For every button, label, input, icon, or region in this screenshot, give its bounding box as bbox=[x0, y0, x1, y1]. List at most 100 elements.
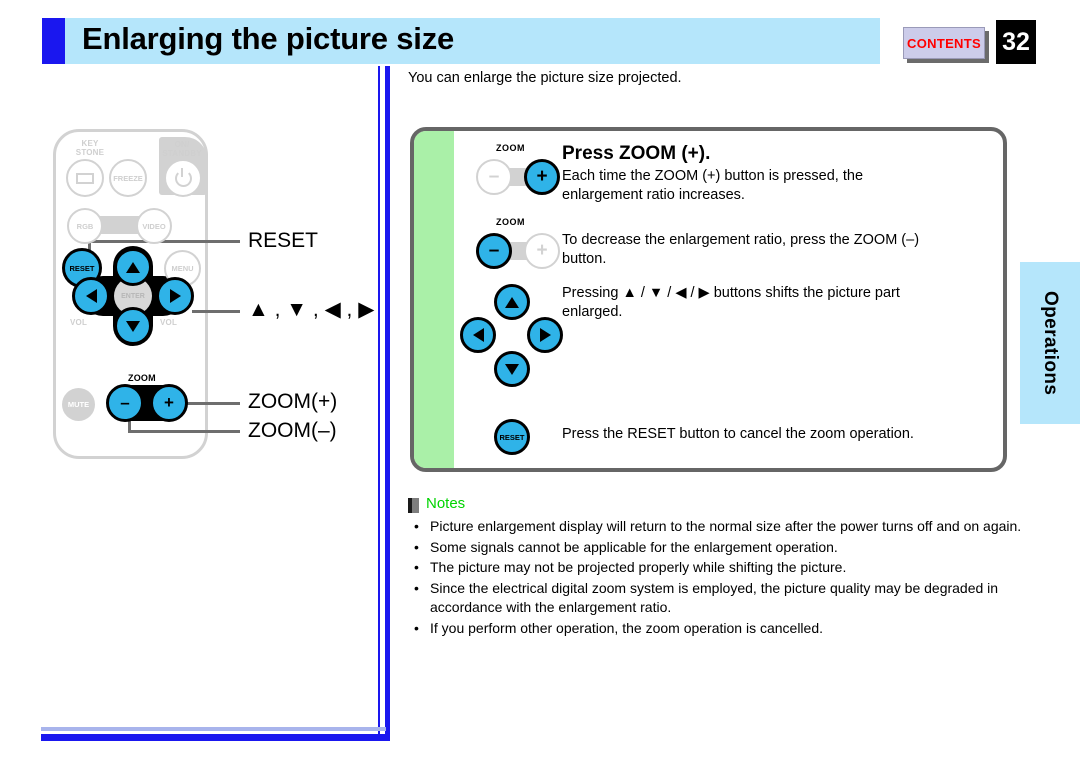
power-icon bbox=[174, 167, 192, 187]
remote-zoom-label: ZOOM bbox=[128, 373, 156, 383]
remote-up-button[interactable] bbox=[114, 248, 152, 286]
illustration-zoom-minus-inactive-1: – bbox=[476, 159, 512, 195]
note-text: If you perform other operation, the zoom… bbox=[430, 619, 823, 636]
note-item: • Some signals cannot be applicable for … bbox=[408, 538, 1028, 558]
illustration-zoom-plus-inactive: + bbox=[524, 233, 560, 269]
note-item: • The picture may not be projected prope… bbox=[408, 558, 1028, 578]
remote-zoom-minus-label: – bbox=[120, 393, 130, 412]
note-item: • Since the electrical digital zoom syst… bbox=[408, 579, 1028, 618]
plus-symbol: + bbox=[536, 240, 548, 261]
zoom-plus-illustration: ZOOM – + bbox=[476, 143, 566, 197]
illustration-up-button bbox=[494, 284, 530, 320]
remote-keystone-button[interactable] bbox=[66, 159, 104, 197]
remote-down-button[interactable] bbox=[114, 307, 152, 345]
note-text: Picture enlargement display will return … bbox=[430, 518, 1022, 534]
arrow-up-icon bbox=[505, 296, 519, 308]
remote-zoom-minus-button[interactable]: – bbox=[106, 384, 144, 422]
arrow-left-icon bbox=[85, 289, 97, 303]
note-bullet: • bbox=[414, 538, 419, 555]
remote-mute-button[interactable]: MUTE bbox=[62, 388, 95, 421]
note-bullet: • bbox=[414, 518, 419, 534]
instruction-step2-body: To decrease the enlargement ratio, press… bbox=[562, 232, 920, 267]
remote-right-button[interactable] bbox=[156, 277, 194, 315]
instruction-step1-body: Each time the ZOOM (+) button is pressed… bbox=[562, 168, 864, 203]
remote-freeze-button[interactable]: FREEZE bbox=[109, 159, 147, 197]
notes-list: • Picture enlargement display will retur… bbox=[408, 517, 1028, 639]
callout-arrows: ▲ , ▼ , ◀ , ▶ bbox=[248, 298, 375, 321]
leader-arrows bbox=[192, 310, 240, 313]
section-tab-label: Operations bbox=[1040, 290, 1061, 396]
plus-symbol: + bbox=[536, 166, 548, 187]
arrow-down-icon bbox=[126, 320, 140, 332]
remote-rgb-button[interactable]: RGB bbox=[67, 208, 103, 244]
note-bullet: • bbox=[414, 559, 419, 575]
arrow-down-icon bbox=[505, 363, 519, 375]
instruction-panel-green-strip bbox=[414, 131, 454, 468]
remote-control-illustration: KEY STONE ON/ STANDBY ON/ STANDBY FREEZE… bbox=[53, 129, 208, 459]
remote-mute-label: MUTE bbox=[67, 400, 90, 409]
zoom-minus-illustration: ZOOM – + bbox=[476, 217, 566, 271]
minus-symbol: – bbox=[488, 240, 500, 261]
remote-video-button[interactable]: VIDEO bbox=[136, 208, 172, 244]
note-item: • If you perform other operation, the zo… bbox=[408, 619, 1028, 639]
section-tab-operations[interactable]: Operations bbox=[1020, 262, 1080, 424]
remote-left-button[interactable] bbox=[72, 277, 110, 315]
page-number-badge: 32 bbox=[996, 20, 1036, 64]
remote-menu-label: MENU bbox=[171, 264, 194, 273]
illustration-zoom-label-1: ZOOM bbox=[496, 143, 525, 153]
note-text: Some signals cannot be applicable for th… bbox=[430, 538, 838, 555]
remote-vol-minus-label: VOL bbox=[70, 318, 88, 327]
note-bullet: • bbox=[414, 579, 419, 596]
intro-text: You can enlarge the picture size project… bbox=[408, 70, 682, 86]
illustration-right-button bbox=[527, 317, 563, 353]
callout-zoom-minus: ZOOM(–) bbox=[248, 419, 337, 442]
remote-enter-label: ENTER bbox=[121, 292, 145, 300]
illustration-reset-button: RESET bbox=[494, 419, 530, 455]
remote-rgb-label: RGB bbox=[76, 221, 94, 231]
callout-reset: RESET bbox=[248, 229, 319, 252]
illustration-zoom-minus-active: – bbox=[476, 233, 512, 269]
illustration-zoom-plus-active: + bbox=[524, 159, 560, 195]
remote-zoom-plus-label: + bbox=[164, 393, 174, 412]
arrow-right-icon bbox=[169, 289, 181, 303]
page-number-label: 32 bbox=[1002, 27, 1030, 56]
note-text: The picture may not be projected properl… bbox=[430, 559, 847, 575]
page-footer-rule-light bbox=[41, 727, 386, 731]
page-header-bar: Enlarging the picture size bbox=[42, 18, 880, 64]
callout-zoom-plus: ZOOM(+) bbox=[248, 390, 338, 413]
remote-power-button[interactable] bbox=[164, 159, 202, 197]
note-bullet: • bbox=[414, 619, 419, 636]
note-text: Since the electrical digital zoom system… bbox=[430, 579, 999, 616]
arrow-up-icon bbox=[126, 261, 140, 273]
contents-button-label: CONTENTS bbox=[907, 35, 981, 51]
leader-zoom-plus bbox=[186, 402, 240, 405]
illustration-reset-label: RESET bbox=[499, 432, 525, 442]
note-item: • Picture enlargement display will retur… bbox=[408, 517, 1028, 537]
page-footer-rule-thick bbox=[41, 734, 390, 741]
page-divider-thick bbox=[385, 66, 390, 736]
instruction-panel: ZOOM – + Press ZOOM (+). Each time the Z… bbox=[410, 127, 1007, 472]
instruction-step4-body: Press the RESET button to cancel the zoo… bbox=[562, 426, 914, 442]
remote-keystone-label: KEY STONE bbox=[75, 139, 105, 157]
remote-freeze-label: FREEZE bbox=[113, 173, 143, 183]
contents-button[interactable]: CONTENTS bbox=[903, 27, 985, 59]
arrow-left-icon bbox=[472, 328, 484, 342]
remote-video-label: VIDEO bbox=[142, 221, 166, 231]
notes-page-icon bbox=[408, 498, 419, 513]
notes-title: Notes bbox=[426, 495, 466, 512]
instruction-heading: Press ZOOM (+). bbox=[562, 143, 711, 164]
remote-vol-plus-label: VOL bbox=[160, 318, 178, 327]
illustration-zoom-label-2: ZOOM bbox=[496, 217, 525, 227]
remote-reset-label: RESET bbox=[69, 263, 95, 273]
page-divider-thin bbox=[378, 66, 380, 736]
page-title: Enlarging the picture size bbox=[82, 21, 455, 56]
illustration-down-button bbox=[494, 351, 530, 387]
minus-symbol: – bbox=[488, 166, 500, 187]
arrow-right-icon bbox=[539, 328, 551, 342]
illustration-left-button bbox=[460, 317, 496, 353]
remote-standby-label-top: ON/ STANDBY bbox=[162, 140, 202, 158]
remote-zoom-plus-button[interactable]: + bbox=[150, 384, 188, 422]
leader-zoom-minus-horizontal bbox=[128, 430, 240, 433]
instruction-step3-body: Pressing ▲ / ▼ / ◀ / ▶ buttons shifts th… bbox=[562, 285, 900, 320]
header-accent-block bbox=[42, 18, 65, 64]
